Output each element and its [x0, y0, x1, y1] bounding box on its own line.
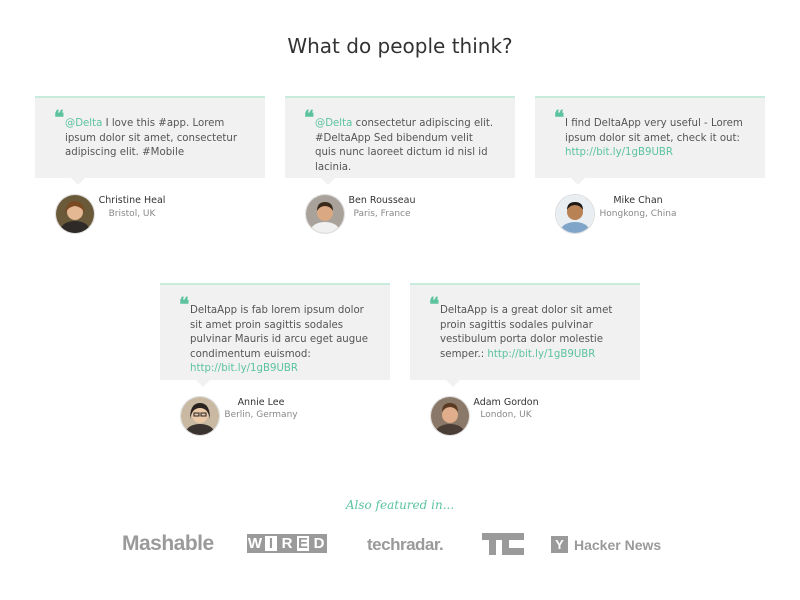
hacker-news-logo[interactable]: Y Hacker News	[551, 536, 661, 553]
author-name: Annie Lee	[237, 397, 285, 408]
author-location: Paris, France	[353, 209, 411, 219]
author-name: Ben Rousseau	[348, 195, 416, 206]
testimonial-link[interactable]: http://bit.ly/1gB9UBR	[190, 363, 298, 374]
mashable-logo[interactable]: Mashable	[122, 532, 214, 556]
featured-label: Also featured in...	[345, 498, 455, 512]
testimonial-card: ❝ I find DeltaApp very useful - Lorem ip…	[535, 96, 765, 185]
hacker-news-label: Hacker News	[574, 536, 662, 553]
testimonial-card: ❝ @Delta consectetur adipiscing elit. #D…	[285, 96, 515, 185]
techcrunch-mark: TC	[482, 533, 524, 555]
testimonial-link[interactable]: http://bit.ly/1gB9UBR	[487, 349, 595, 360]
wired-letter: E	[295, 534, 311, 553]
quote-icon: ❝	[304, 107, 315, 129]
wired-letter: R	[279, 534, 295, 553]
author-location: London, UK	[480, 410, 532, 420]
author-name: Adam Gordon	[473, 397, 539, 408]
wired-letter: W	[247, 534, 263, 553]
page-title: What do people think?	[287, 34, 513, 58]
techradar-logo[interactable]: techradar.	[367, 535, 444, 555]
author-location: Bristol, UK	[108, 209, 156, 219]
testimonial-text: I find DeltaApp very useful - Lorem ipsu…	[565, 118, 743, 144]
quote-icon: ❝	[179, 294, 190, 316]
quote-icon: ❝	[554, 107, 565, 129]
quote-icon: ❝	[54, 107, 65, 129]
mention-link[interactable]: @Delta	[65, 118, 102, 129]
wired-letter: I	[263, 534, 279, 553]
author-location: Hongkong, China	[599, 209, 677, 219]
testimonial-card: ❝ DeltaApp is a great dolor sit amet pro…	[410, 283, 640, 387]
author-name: Christine Heal	[98, 195, 166, 206]
author-name: Mike Chan	[613, 195, 663, 206]
testimonial-card: ❝ @Delta I love this #app. Lorem ipsum d…	[35, 96, 265, 185]
testimonial-text: DeltaApp is fab lorem ipsum dolor sit am…	[190, 305, 368, 360]
wired-letter: D	[311, 534, 327, 553]
quote-icon: ❝	[429, 294, 440, 316]
testimonial-card: ❝ DeltaApp is fab lorem ipsum dolor sit …	[160, 283, 390, 387]
y-combinator-icon: Y	[551, 536, 568, 553]
author-location: Berlin, Germany	[224, 410, 298, 420]
wired-logo[interactable]: W I R E D	[247, 534, 327, 553]
mention-link[interactable]: @Delta	[315, 118, 352, 129]
testimonial-link[interactable]: http://bit.ly/1gB9UBR	[565, 147, 673, 158]
techcrunch-logo[interactable]: TC	[482, 533, 524, 560]
